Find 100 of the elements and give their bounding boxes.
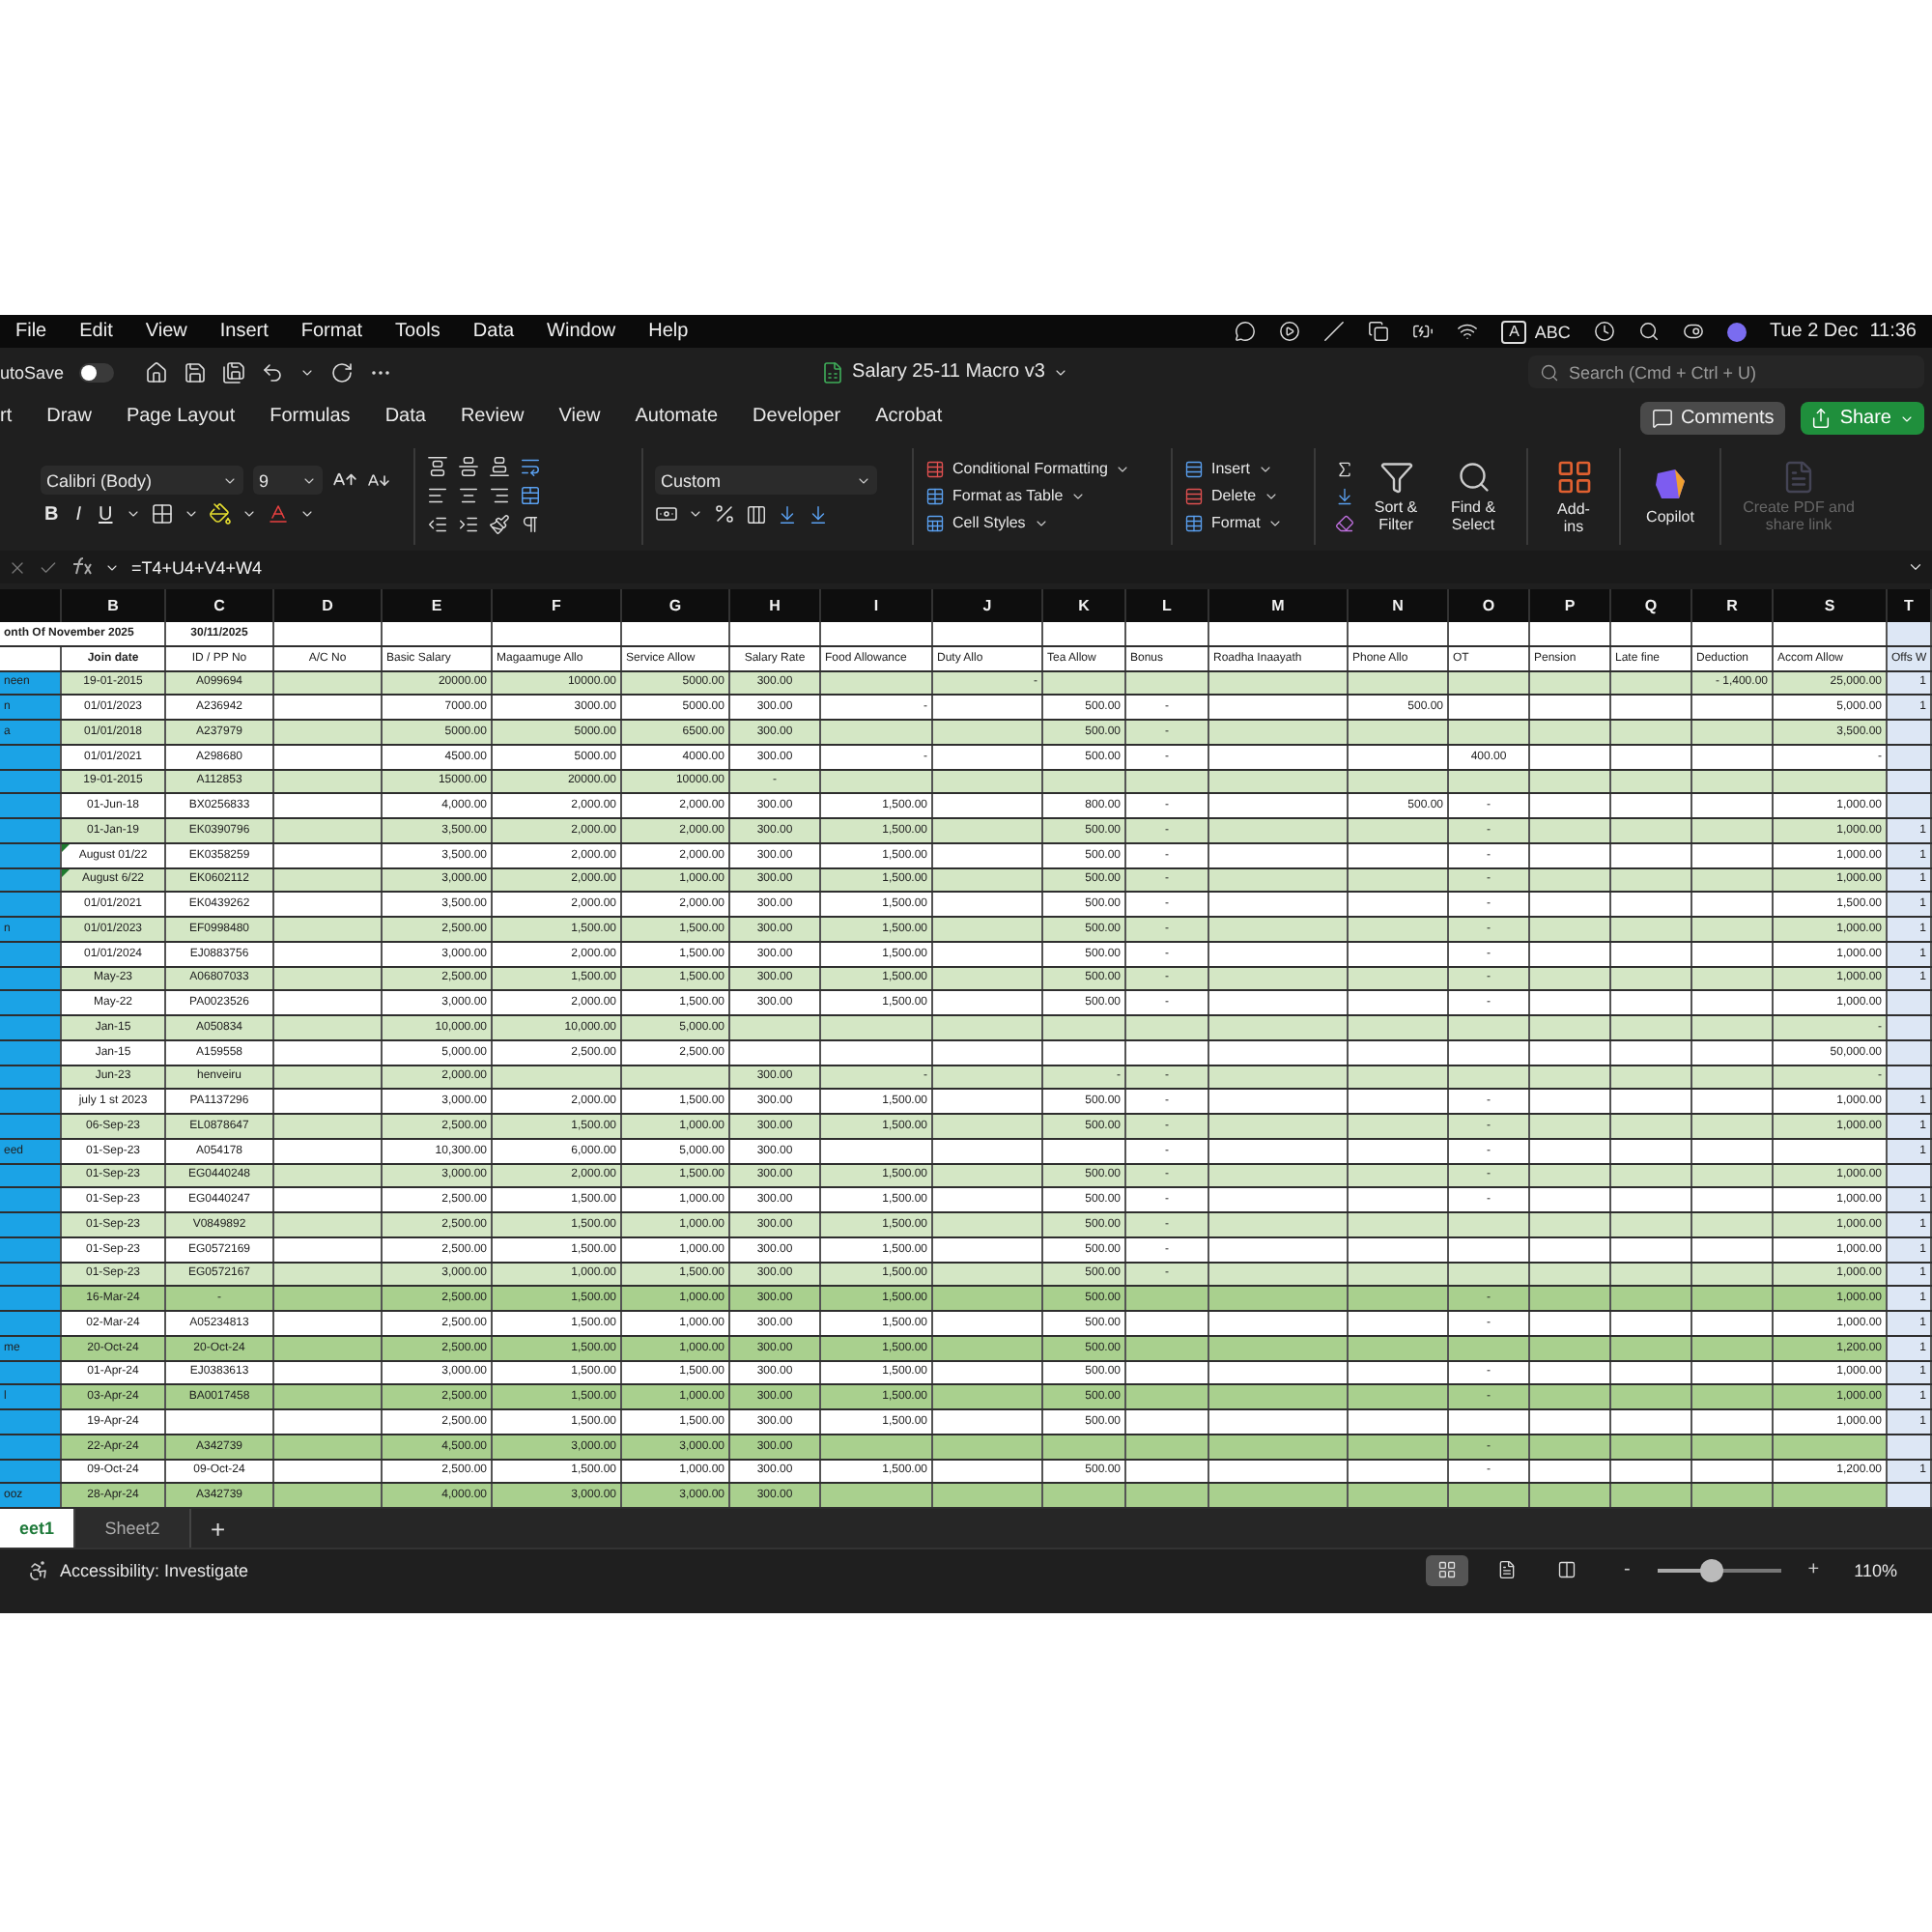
accessibility-icon — [27, 1558, 50, 1581]
sheet-tab[interactable]: Sheet2 — [75, 1509, 192, 1548]
ribbon-tab[interactable]: Draw — [29, 400, 109, 437]
battery-icon[interactable] — [1412, 321, 1435, 342]
shrink-font-icon[interactable] — [367, 469, 390, 492]
ribbon-tab[interactable]: Developer — [735, 400, 859, 437]
clear-icon[interactable] — [1334, 513, 1353, 532]
formula-field[interactable]: =T4+U4+V4+W4 — [131, 557, 263, 577]
input-source-badge[interactable]: A — [1501, 320, 1527, 343]
expand-icon[interactable] — [1907, 558, 1924, 576]
caret-icon[interactable] — [299, 506, 316, 522]
text-style-button[interactable]: I — [71, 503, 86, 525]
autosum-icon[interactable] — [1334, 459, 1353, 478]
ribbon-tab[interactable]: Data — [367, 400, 443, 437]
enter-icon[interactable] — [39, 557, 58, 577]
menu-item[interactable]: Tools — [395, 321, 440, 342]
save-icon[interactable] — [184, 360, 208, 384]
indent-increase-icon[interactable] — [458, 514, 479, 535]
menu-item[interactable]: Window — [547, 321, 616, 342]
caret-icon[interactable] — [184, 506, 200, 522]
name-cell — [0, 1410, 62, 1434]
cancel-icon[interactable] — [8, 557, 27, 577]
font-size-select[interactable]: 9 — [253, 466, 323, 495]
cells-button[interactable]: Format — [1184, 513, 1302, 532]
name-cell — [0, 1237, 62, 1261]
menu-item[interactable]: Format — [300, 321, 363, 342]
accessibility-status[interactable]: Accessibility: Investigate — [60, 1560, 249, 1579]
font-color-icon[interactable] — [267, 502, 291, 526]
play-icon[interactable] — [1279, 321, 1301, 342]
styles-button[interactable]: Format as Table — [925, 486, 1159, 505]
sheet-tab[interactable]: eet1 — [0, 1509, 76, 1548]
styles-button[interactable]: Cell Styles — [925, 513, 1159, 532]
menu-item[interactable]: Data — [472, 321, 515, 342]
autosave-toggle[interactable] — [79, 362, 115, 382]
align-middle-icon[interactable] — [458, 456, 479, 477]
document-title[interactable]: Salary 25-11 Macro v3 — [852, 361, 1045, 383]
undo-icon[interactable] — [261, 360, 285, 384]
align-right-icon[interactable] — [489, 485, 510, 506]
view-button[interactable] — [1426, 1554, 1469, 1585]
percent-icon[interactable] — [713, 502, 736, 526]
redo-icon[interactable] — [330, 360, 355, 384]
caret-icon[interactable] — [126, 506, 142, 522]
menu-item[interactable]: Help — [648, 321, 689, 342]
caret-icon[interactable] — [688, 506, 703, 522]
wrap-text-icon[interactable] — [520, 456, 541, 477]
search-field[interactable]: Search (Cmd + Ctrl + U) — [1528, 355, 1924, 388]
fill-icon[interactable] — [1334, 486, 1353, 505]
caret-icon[interactable] — [242, 506, 258, 522]
wifi-icon[interactable] — [1457, 321, 1479, 342]
menu-item[interactable]: Insert — [219, 321, 269, 342]
ribbon-tab[interactable]: Formulas — [252, 400, 368, 437]
align-left-icon[interactable] — [427, 485, 448, 506]
text-style-button[interactable]: U — [95, 503, 117, 525]
add-ins-button[interactable]: Add-ins — [1540, 457, 1607, 534]
align-bottom-icon[interactable] — [489, 456, 510, 477]
cells-button[interactable]: Delete — [1184, 486, 1302, 505]
cells-button[interactable]: Insert — [1184, 459, 1302, 478]
function-icon[interactable] — [70, 555, 93, 579]
currency-icon[interactable] — [655, 502, 678, 526]
menu-item[interactable]: File — [15, 321, 47, 342]
assistant-icon[interactable] — [1726, 322, 1747, 341]
ribbon-tab[interactable]: View — [541, 400, 618, 437]
ribbon-tab[interactable]: rt — [0, 400, 30, 437]
search-icon[interactable] — [1637, 321, 1660, 342]
control-center-icon[interactable] — [1682, 321, 1704, 342]
home-icon[interactable] — [145, 360, 169, 384]
paragraph-icon[interactable] — [520, 514, 541, 535]
search-input[interactable]: Search (Cmd + Ctrl + U) — [1569, 362, 1897, 382]
editing-button[interactable]: Sort & Filter — [1361, 459, 1431, 532]
ribbon-tab[interactable]: Page Layout — [108, 400, 253, 437]
ribbon-tab[interactable]: Acrobat — [858, 400, 960, 437]
indent-decrease-icon[interactable] — [427, 514, 448, 535]
font-select[interactable]: Calibri (Body) — [41, 466, 243, 495]
menu-item[interactable]: View — [145, 321, 187, 342]
ribbon-tab[interactable]: Automate — [617, 400, 736, 437]
windows-icon[interactable] — [1368, 321, 1390, 342]
merge-icon[interactable] — [520, 485, 541, 506]
align-top-icon[interactable] — [427, 456, 448, 477]
zoom-out-button[interactable]: - — [1617, 1559, 1636, 1580]
copilot-button[interactable]: Copilot — [1638, 466, 1702, 526]
zoom-in-button[interactable]: + — [1802, 1559, 1826, 1580]
fill-color-icon[interactable] — [209, 502, 233, 526]
align-center-icon[interactable] — [458, 485, 479, 506]
menu-item[interactable]: Edit — [79, 321, 113, 342]
slash-icon[interactable] — [1323, 321, 1346, 342]
ribbon-tab[interactable]: Review — [442, 400, 542, 437]
text-style-button[interactable]: B — [41, 503, 63, 525]
styles-button[interactable]: Conditional Formatting — [925, 459, 1159, 478]
chat-icon[interactable] — [1235, 321, 1257, 342]
share-button[interactable]: Share — [1801, 402, 1924, 435]
borders-icon[interactable] — [151, 502, 175, 526]
number-format-select[interactable]: Custom — [655, 466, 877, 495]
save-as-icon[interactable] — [222, 360, 246, 384]
clock-icon[interactable] — [1593, 321, 1615, 342]
comment-icon — [1651, 408, 1673, 429]
editing-button[interactable]: Find & Select — [1438, 459, 1508, 532]
comments-button[interactable]: Comments — [1639, 402, 1786, 435]
add-sheet-button[interactable]: + — [191, 1509, 245, 1548]
name-cell — [0, 1287, 62, 1310]
zoom-thumb[interactable] — [1699, 1558, 1723, 1581]
